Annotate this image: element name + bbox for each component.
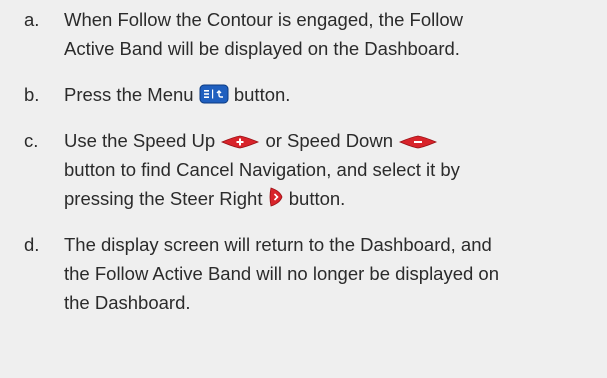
step-text-mid: or Speed Down bbox=[265, 130, 393, 151]
step-a: a. When Follow the Contour is engaged, t… bbox=[24, 5, 597, 63]
step-line: Active Band will be displayed on the Das… bbox=[64, 38, 460, 59]
steer-right-button-icon bbox=[268, 186, 284, 208]
step-text-before: Press the Menu bbox=[64, 84, 194, 105]
step-letter: c. bbox=[24, 130, 39, 151]
step-line: button to find Cancel Navigation, and se… bbox=[64, 159, 460, 180]
step-b: b. Press the Menu button. bbox=[24, 80, 597, 109]
step-text-before: pressing the Steer Right bbox=[64, 188, 263, 209]
speed-down-button-icon bbox=[398, 134, 438, 150]
step-line: the Follow Active Band will no longer be… bbox=[64, 263, 500, 284]
step-text-after: button. bbox=[233, 84, 291, 105]
step-letter: a. bbox=[24, 9, 40, 30]
step-line: When Follow the Contour is engaged, the … bbox=[64, 9, 463, 30]
instruction-list: a. When Follow the Contour is engaged, t… bbox=[0, 0, 607, 378]
step-letter: d. bbox=[24, 234, 40, 255]
step-line: Use the Speed Up or Speed Down bbox=[64, 126, 597, 155]
step-d: d. The display screen will return to the… bbox=[24, 230, 597, 317]
menu-button-icon bbox=[199, 84, 229, 104]
step-text: The display screen will return to the Da… bbox=[64, 230, 597, 317]
step-line: pressing the Steer Right button. bbox=[64, 184, 597, 213]
step-text: Press the Menu button. bbox=[64, 80, 597, 109]
step-text-after: button. bbox=[288, 188, 346, 209]
step-text-before: Use the Speed Up bbox=[64, 130, 216, 151]
step-text: When Follow the Contour is engaged, the … bbox=[64, 5, 597, 63]
speed-up-button-icon bbox=[220, 134, 260, 150]
step-c: c. Use the Speed Up or Speed Down button… bbox=[24, 126, 597, 213]
step-line: The display screen will return to the Da… bbox=[64, 234, 492, 255]
step-text: Use the Speed Up or Speed Down button to… bbox=[64, 126, 597, 213]
step-letter: b. bbox=[24, 84, 40, 105]
step-line: the Dashboard. bbox=[64, 292, 191, 313]
